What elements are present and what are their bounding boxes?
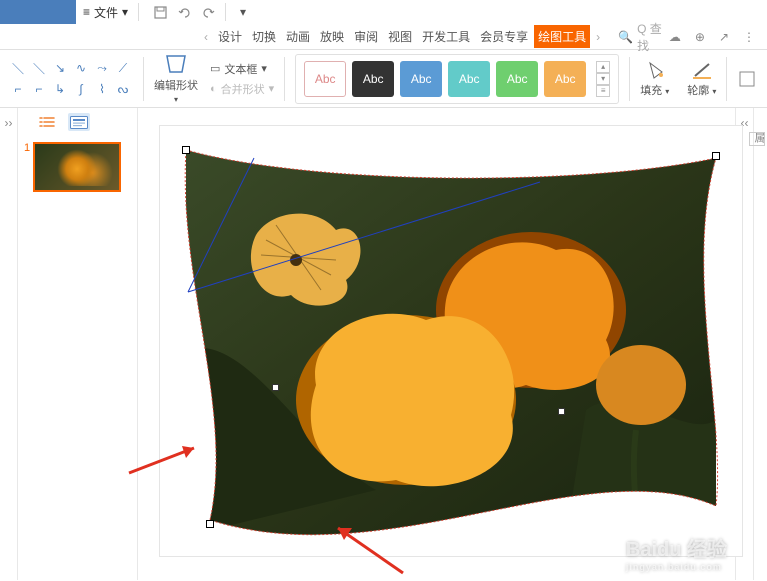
properties-panel-tab[interactable]: 属 xyxy=(753,108,767,580)
search-placeholder: Q 查找 xyxy=(637,20,667,54)
fill-button[interactable]: 填充 ▾ xyxy=(640,60,669,98)
shape-line2[interactable]: ＼ xyxy=(29,58,49,78)
effects-icon xyxy=(737,69,757,89)
undo-button[interactable] xyxy=(173,1,195,23)
text-box-icon: ▭ xyxy=(210,62,220,75)
more-icon[interactable]: ⋮ xyxy=(743,30,755,44)
chevron-down-icon: ▾ xyxy=(665,87,669,96)
merge-shapes-button[interactable]: ◐ 合并形状 ▾ xyxy=(210,81,274,97)
separator xyxy=(225,3,226,21)
edit-shape-label: 编辑形状 xyxy=(154,77,198,93)
fill-icon xyxy=(644,60,666,80)
thumbnail-view-button[interactable] xyxy=(68,113,90,131)
save-button[interactable] xyxy=(149,1,171,23)
merge-shapes-label: 合并形状 xyxy=(221,81,265,97)
chevron-down-icon: ▾ xyxy=(261,62,267,75)
resize-handle-bl[interactable] xyxy=(206,520,214,528)
bezier-handle-2[interactable] xyxy=(558,408,565,415)
menu-icon: ≡ xyxy=(83,5,90,19)
edit-shape-button[interactable]: 编辑形状 ▾ xyxy=(154,53,198,104)
outline-button[interactable]: 轮廓 ▾ xyxy=(687,60,716,98)
outline-label: 轮廓 xyxy=(687,85,709,97)
slide-canvas-area: Baidu 经验 jingyan.baidu.com xyxy=(138,108,735,580)
shape-effects-button[interactable] xyxy=(737,69,757,89)
tab-view[interactable]: 视图 xyxy=(384,25,416,48)
tab-member[interactable]: 会员专享 xyxy=(476,25,532,48)
style-preset-4[interactable]: Abc xyxy=(448,61,490,97)
shape-elbow-arrow[interactable]: ↳ xyxy=(50,79,70,99)
gallery-expand[interactable]: ≡ xyxy=(596,85,610,97)
file-menu-label: 文件 xyxy=(94,4,118,21)
outline-icon xyxy=(691,60,713,80)
tab-review[interactable]: 审阅 xyxy=(350,25,382,48)
notify-icon[interactable]: ⊕ xyxy=(695,30,705,44)
style-preset-5[interactable]: Abc xyxy=(496,61,538,97)
edited-image-shape[interactable] xyxy=(186,150,716,536)
shape-scribble[interactable]: ᔓ xyxy=(113,79,133,99)
gallery-scroll-down[interactable]: ▾ xyxy=(596,73,610,85)
tab-developer[interactable]: 开发工具 xyxy=(418,25,474,48)
gallery-scroll-up[interactable]: ▴ xyxy=(596,61,610,73)
redo-button[interactable] xyxy=(197,1,219,23)
tab-transition[interactable]: 切换 xyxy=(248,25,280,48)
collapse-left-button[interactable]: ›› xyxy=(0,108,18,580)
style-preset-6[interactable]: Abc xyxy=(544,61,586,97)
slide-thumbnail-panel: 1 xyxy=(18,108,138,580)
separator xyxy=(138,3,139,21)
chevron-down-icon: ▾ xyxy=(174,95,178,104)
fill-label: 填充 xyxy=(640,85,662,97)
slide-thumbnail-1[interactable] xyxy=(33,142,121,192)
shape-curve[interactable]: ∿ xyxy=(71,58,91,78)
slide-number: 1 xyxy=(24,142,30,192)
app-logo-block xyxy=(0,0,76,24)
outline-view-button[interactable] xyxy=(36,113,58,131)
shape-freeform[interactable]: ⟋ xyxy=(113,58,133,78)
slide-canvas[interactable] xyxy=(160,126,742,556)
watermark-sub: jingyan.baidu.com xyxy=(626,562,727,572)
style-preset-2[interactable]: Abc xyxy=(352,61,394,97)
separator xyxy=(143,57,144,101)
tab-design[interactable]: 设计 xyxy=(214,25,246,48)
qat-overflow-button[interactable]: ▾ xyxy=(232,1,254,23)
share-icon[interactable]: ↗ xyxy=(719,30,729,44)
resize-handle-tl[interactable] xyxy=(182,146,190,154)
shape-elbow2[interactable]: ⌐ xyxy=(29,79,49,99)
right-side-widget[interactable] xyxy=(749,132,765,146)
file-menu[interactable]: ≡ 文件 ▾ xyxy=(77,4,134,21)
separator xyxy=(629,57,630,101)
text-box-label: 文本框 xyxy=(224,61,257,77)
text-box-button[interactable]: ▭ 文本框 ▾ xyxy=(210,61,274,77)
tab-animation[interactable]: 动画 xyxy=(282,25,314,48)
resize-handle-tr[interactable] xyxy=(712,152,720,160)
tab-drawing-tools[interactable]: 绘图工具 xyxy=(534,25,590,48)
tab-slideshow[interactable]: 放映 xyxy=(316,25,348,48)
shape-picker-grid[interactable]: ＼ ＼ ↘ ∿ ⤳ ⟋ ⌐ ⌐ ↳ ∫ ⌇ ᔓ xyxy=(8,58,133,99)
style-preset-3[interactable]: Abc xyxy=(400,61,442,97)
separator xyxy=(284,57,285,101)
shape-zigzag[interactable]: ⌇ xyxy=(92,79,112,99)
shape-arrow[interactable]: ↘ xyxy=(50,58,70,78)
shape-style-gallery: Abc Abc Abc Abc Abc Abc ▴ ▾ ≡ xyxy=(295,54,619,104)
shape-curve2[interactable]: ∫ xyxy=(71,79,91,99)
search-icon: 🔍 xyxy=(618,30,633,44)
chevron-down-icon: ▾ xyxy=(712,87,716,96)
shape-connector[interactable]: ⤳ xyxy=(92,58,112,78)
chevron-down-icon: ▾ xyxy=(122,5,128,19)
tabs-next-button[interactable]: › xyxy=(592,30,604,44)
search-input[interactable]: 🔍 Q 查找 xyxy=(618,20,667,54)
style-preset-1[interactable]: Abc xyxy=(304,61,346,97)
tabs-prev-button[interactable]: ‹ xyxy=(200,30,212,44)
edit-shape-icon xyxy=(164,53,188,75)
chevron-down-icon: ▾ xyxy=(269,82,275,95)
shape-elbow[interactable]: ⌐ xyxy=(8,79,28,99)
cloud-sync-icon[interactable]: ☁ xyxy=(669,30,681,44)
shape-line[interactable]: ＼ xyxy=(8,58,28,78)
merge-shapes-icon: ◐ xyxy=(210,83,217,95)
separator xyxy=(726,57,727,101)
bezier-handle-1[interactable] xyxy=(272,384,279,391)
